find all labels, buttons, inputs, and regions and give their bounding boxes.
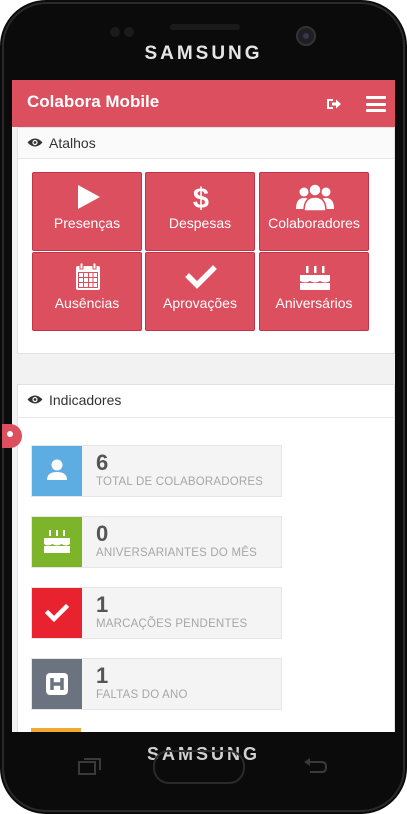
recent-apps-button[interactable]	[78, 758, 102, 776]
indicators-panel-header: Indicadores	[18, 385, 394, 418]
shortcut-label: Aniversários	[275, 295, 353, 311]
shortcut-label: Aprovações	[163, 295, 237, 311]
light-sensor	[124, 27, 134, 37]
indicator-faltas-do-ano[interactable]: 1 FALTAS DO ANO	[31, 658, 282, 710]
indicator-caption: FALTAS DO ANO	[96, 689, 188, 701]
back-button[interactable]	[302, 758, 328, 776]
shortcuts-panel-header: Atalhos	[18, 128, 394, 159]
indicator-marcacoes-pendentes[interactable]: 1 MARCAÇÕES PENDENTES	[31, 587, 282, 639]
brand-logo-top: SAMSUNG	[144, 43, 263, 64]
indicator-partial-box	[31, 728, 81, 732]
phone-frame: SAMSUNG Colabora Mobile Atalhos Presença…	[0, 0, 407, 814]
logout-icon[interactable]	[326, 97, 342, 111]
indicator-value: 0	[96, 521, 109, 546]
shortcut-aprovacoes[interactable]: Aprovações	[145, 252, 255, 331]
birthday-cake-icon	[44, 530, 70, 553]
indicator-icon-box	[32, 517, 82, 567]
user-icon	[47, 459, 67, 480]
svg-text:$: $	[193, 183, 209, 211]
shortcuts-panel: Atalhos Presenças $ Despesas Colaborador…	[17, 127, 395, 354]
play-icon	[78, 185, 100, 209]
users-icon	[296, 183, 334, 211]
app-screen: Colabora Mobile Atalhos Presenças $ Desp…	[12, 80, 395, 732]
app-title: Colabora Mobile	[27, 92, 160, 111]
home-button[interactable]	[153, 750, 245, 784]
earpiece-speaker	[170, 24, 240, 30]
shortcut-label: Despesas	[168, 215, 232, 231]
indicator-value: 1	[96, 592, 109, 617]
indicator-icon-box	[32, 588, 82, 638]
shortcut-aniversarios[interactable]: Aniversários	[259, 252, 369, 331]
shortcut-label: Presenças	[53, 215, 121, 231]
proximity-sensor	[110, 27, 120, 37]
indicator-icon-box	[32, 659, 82, 709]
check-icon	[44, 603, 70, 623]
calendar-icon	[76, 263, 100, 290]
app-header: Colabora Mobile	[12, 80, 395, 127]
eye-icon	[27, 138, 43, 147]
shortcut-label: Colaboradores	[268, 215, 360, 231]
birthday-cake-icon	[300, 266, 330, 290]
indicator-total-colaboradores[interactable]: 6 TOTAL DE COLABORADORES	[31, 445, 282, 497]
indicator-value: 6	[96, 450, 109, 475]
shortcuts-panel-title: Atalhos	[49, 135, 96, 151]
shortcut-presencas[interactable]: Presenças	[32, 172, 142, 251]
indicator-caption: ANIVERSARIANTES DO MÊS	[96, 547, 257, 559]
indicator-aniversariantes[interactable]: 0 ANIVERSARIANTES DO MÊS	[31, 516, 282, 568]
indicator-caption: TOTAL DE COLABORADORES	[96, 476, 264, 488]
shortcut-label: Ausências	[54, 295, 120, 311]
indicators-panel-title: Indicadores	[49, 392, 122, 408]
hamburger-menu-icon[interactable]	[366, 96, 386, 112]
indicator-caption: MARCAÇÕES PENDENTES	[96, 618, 248, 630]
dollar-icon: $	[193, 183, 209, 211]
shortcut-ausencias[interactable]: Ausências	[32, 252, 142, 331]
hospital-icon	[46, 673, 68, 695]
eye-icon	[27, 395, 43, 404]
check-icon	[185, 265, 217, 289]
indicator-value: 1	[96, 663, 109, 688]
shortcut-despesas[interactable]: $ Despesas	[145, 172, 255, 251]
indicator-icon-box	[32, 446, 82, 496]
shortcut-colaboradores[interactable]: Colaboradores	[259, 172, 369, 251]
